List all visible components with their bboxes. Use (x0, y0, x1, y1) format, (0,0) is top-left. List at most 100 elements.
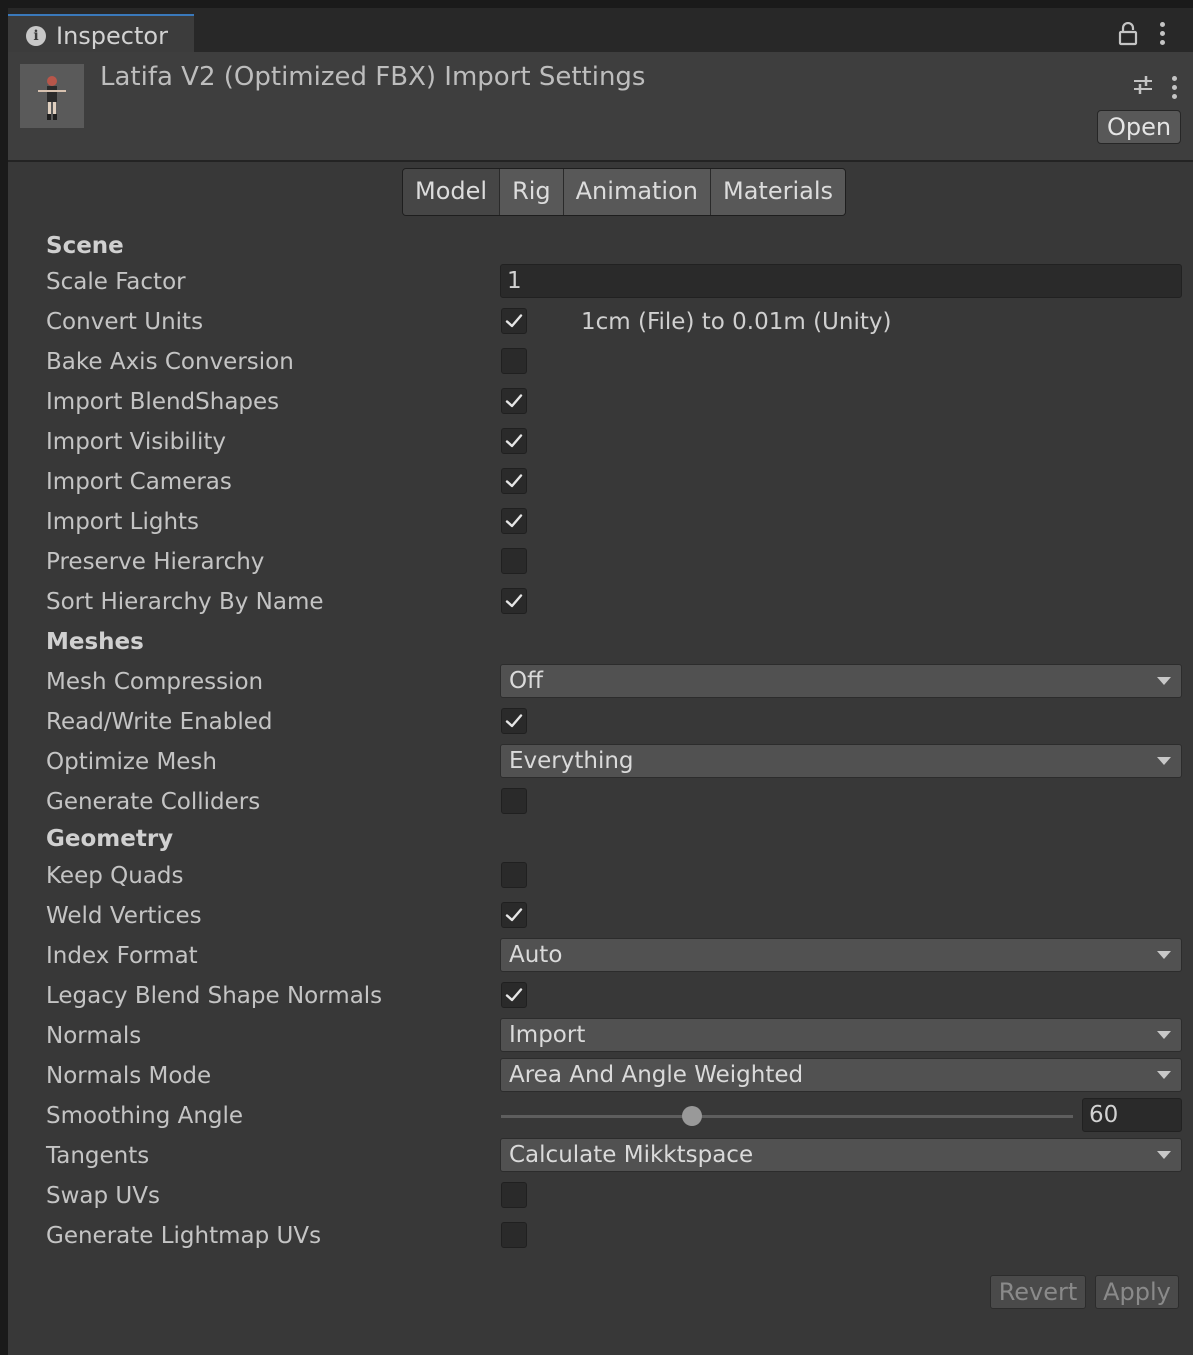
inspector-window: i Inspector Latifa V2 (Optimized FBX) Im… (8, 8, 1193, 1355)
dropdown-arrow-icon (1157, 951, 1171, 959)
import-lights-row: Import Lights (46, 502, 1186, 542)
checkmark-icon (505, 434, 523, 448)
tab-model[interactable]: Model (403, 169, 501, 215)
meshes-heading: Meshes (46, 629, 144, 655)
normals-label: Normals (46, 1023, 142, 1049)
keep-quads-checkbox[interactable] (501, 862, 527, 888)
convert-units-note: 1cm (File) to 0.01m (Unity) (581, 309, 892, 335)
read-write-row: Read/Write Enabled (46, 702, 1186, 742)
read-write-checkbox[interactable] (501, 708, 527, 734)
sort-hierarchy-label: Sort Hierarchy By Name (46, 589, 324, 615)
meshes-section: Meshes (46, 622, 1186, 662)
import-lights-checkbox[interactable] (501, 508, 527, 534)
index-format-dropdown[interactable]: Auto (500, 938, 1182, 972)
swap-uvs-checkbox[interactable] (501, 1182, 527, 1208)
convert-units-checkbox[interactable] (501, 308, 527, 334)
window-tab-bar: i Inspector (8, 8, 1193, 52)
scale-factor-label: Scale Factor (46, 269, 186, 295)
lightmap-uvs-checkbox[interactable] (501, 1222, 527, 1248)
checkmark-icon (505, 594, 523, 608)
checkmark-icon (505, 714, 523, 728)
scale-factor-field[interactable]: 1 (500, 264, 1182, 298)
import-settings-title: Latifa V2 (Optimized FBX) Import Setting… (100, 62, 646, 92)
checkmark-icon (505, 988, 523, 1002)
weld-vertices-label: Weld Vertices (46, 903, 202, 929)
convert-units-label: Convert Units (46, 309, 204, 335)
legacy-blend-normals-checkbox[interactable] (501, 982, 527, 1008)
tab-rig[interactable]: Rig (500, 169, 564, 215)
import-cameras-row: Import Cameras (46, 462, 1186, 502)
scene-heading: Scene (46, 233, 124, 259)
index-format-row: Index Format Auto (46, 936, 1186, 976)
preset-settings-icon[interactable] (1132, 74, 1154, 96)
mesh-compression-value: Off (509, 668, 543, 694)
sort-hierarchy-row: Sort Hierarchy By Name (46, 582, 1186, 622)
index-format-value: Auto (509, 942, 563, 968)
optimize-mesh-value: Everything (509, 748, 634, 774)
lightmap-uvs-row: Generate Lightmap UVs (46, 1216, 1186, 1256)
convert-units-row: Convert Units 1cm (File) to 0.01m (Unity… (46, 302, 1186, 342)
smoothing-angle-field[interactable]: 60 (1082, 1098, 1182, 1132)
tangents-value: Calculate Mikktspace (509, 1142, 754, 1168)
optimize-mesh-dropdown[interactable]: Everything (500, 744, 1182, 778)
normals-mode-value: Area And Angle Weighted (509, 1062, 804, 1088)
dropdown-arrow-icon (1157, 757, 1171, 765)
geometry-section: Geometry (46, 819, 1186, 859)
window-menu-icon[interactable] (1160, 22, 1166, 46)
dropdown-arrow-icon (1157, 1071, 1171, 1079)
read-write-label: Read/Write Enabled (46, 709, 273, 735)
generate-colliders-label: Generate Colliders (46, 789, 261, 815)
info-icon: i (26, 26, 46, 46)
tab-materials[interactable]: Materials (711, 169, 846, 215)
asset-header: Latifa V2 (Optimized FBX) Import Setting… (8, 52, 1193, 162)
import-blendshapes-checkbox[interactable] (501, 388, 527, 414)
checkmark-icon (505, 474, 523, 488)
inspector-tab[interactable]: i Inspector (8, 14, 194, 52)
inspector-tab-label: Inspector (56, 22, 168, 50)
preserve-hierarchy-label: Preserve Hierarchy (46, 549, 265, 575)
normals-value: Import (509, 1022, 586, 1048)
generate-colliders-checkbox[interactable] (501, 788, 527, 814)
keep-quads-row: Keep Quads (46, 856, 1186, 896)
smoothing-angle-row: Smoothing Angle 60 (46, 1096, 1186, 1136)
generate-colliders-row: Generate Colliders (46, 782, 1186, 822)
normals-dropdown[interactable]: Import (500, 1018, 1182, 1052)
bake-axis-checkbox[interactable] (501, 348, 527, 374)
import-visibility-row: Import Visibility (46, 422, 1186, 462)
dropdown-arrow-icon (1157, 677, 1171, 685)
checkmark-icon (505, 314, 523, 328)
sort-hierarchy-checkbox[interactable] (501, 588, 527, 614)
scene-section: Scene (46, 226, 1186, 266)
geometry-heading: Geometry (46, 826, 174, 852)
header-menu-icon[interactable] (1172, 76, 1178, 100)
dropdown-arrow-icon (1157, 1151, 1171, 1159)
tab-animation[interactable]: Animation (563, 169, 711, 215)
dropdown-arrow-icon (1157, 1031, 1171, 1039)
tangents-dropdown[interactable]: Calculate Mikktspace (500, 1138, 1182, 1172)
smoothing-angle-slider-track[interactable] (501, 1115, 1073, 1118)
importer-tabs: Model Rig Animation Materials (402, 168, 847, 216)
preserve-hierarchy-checkbox[interactable] (501, 548, 527, 574)
lock-icon[interactable] (1118, 22, 1138, 46)
keep-quads-label: Keep Quads (46, 863, 184, 889)
checkmark-icon (505, 908, 523, 922)
tangents-row: Tangents Calculate Mikktspace (46, 1136, 1186, 1176)
mesh-compression-dropdown[interactable]: Off (500, 664, 1182, 698)
normals-mode-row: Normals Mode Area And Angle Weighted (46, 1056, 1186, 1096)
normals-mode-dropdown[interactable]: Area And Angle Weighted (500, 1058, 1182, 1092)
import-cameras-checkbox[interactable] (501, 468, 527, 494)
legacy-blend-normals-label: Legacy Blend Shape Normals (46, 983, 383, 1009)
revert-button[interactable]: Revert (990, 1275, 1086, 1309)
weld-vertices-checkbox[interactable] (501, 902, 527, 928)
smoothing-angle-slider-thumb[interactable] (681, 1106, 702, 1126)
swap-uvs-label: Swap UVs (46, 1183, 160, 1209)
checkmark-icon (505, 394, 523, 408)
import-blendshapes-label: Import BlendShapes (46, 389, 280, 415)
normals-row: Normals Import (46, 1016, 1186, 1056)
preserve-hierarchy-row: Preserve Hierarchy (46, 542, 1186, 582)
import-visibility-checkbox[interactable] (501, 428, 527, 454)
import-cameras-label: Import Cameras (46, 469, 232, 495)
apply-button[interactable]: Apply (1095, 1275, 1179, 1309)
legacy-blend-normals-row: Legacy Blend Shape Normals (46, 976, 1186, 1016)
open-button[interactable]: Open (1097, 110, 1181, 144)
